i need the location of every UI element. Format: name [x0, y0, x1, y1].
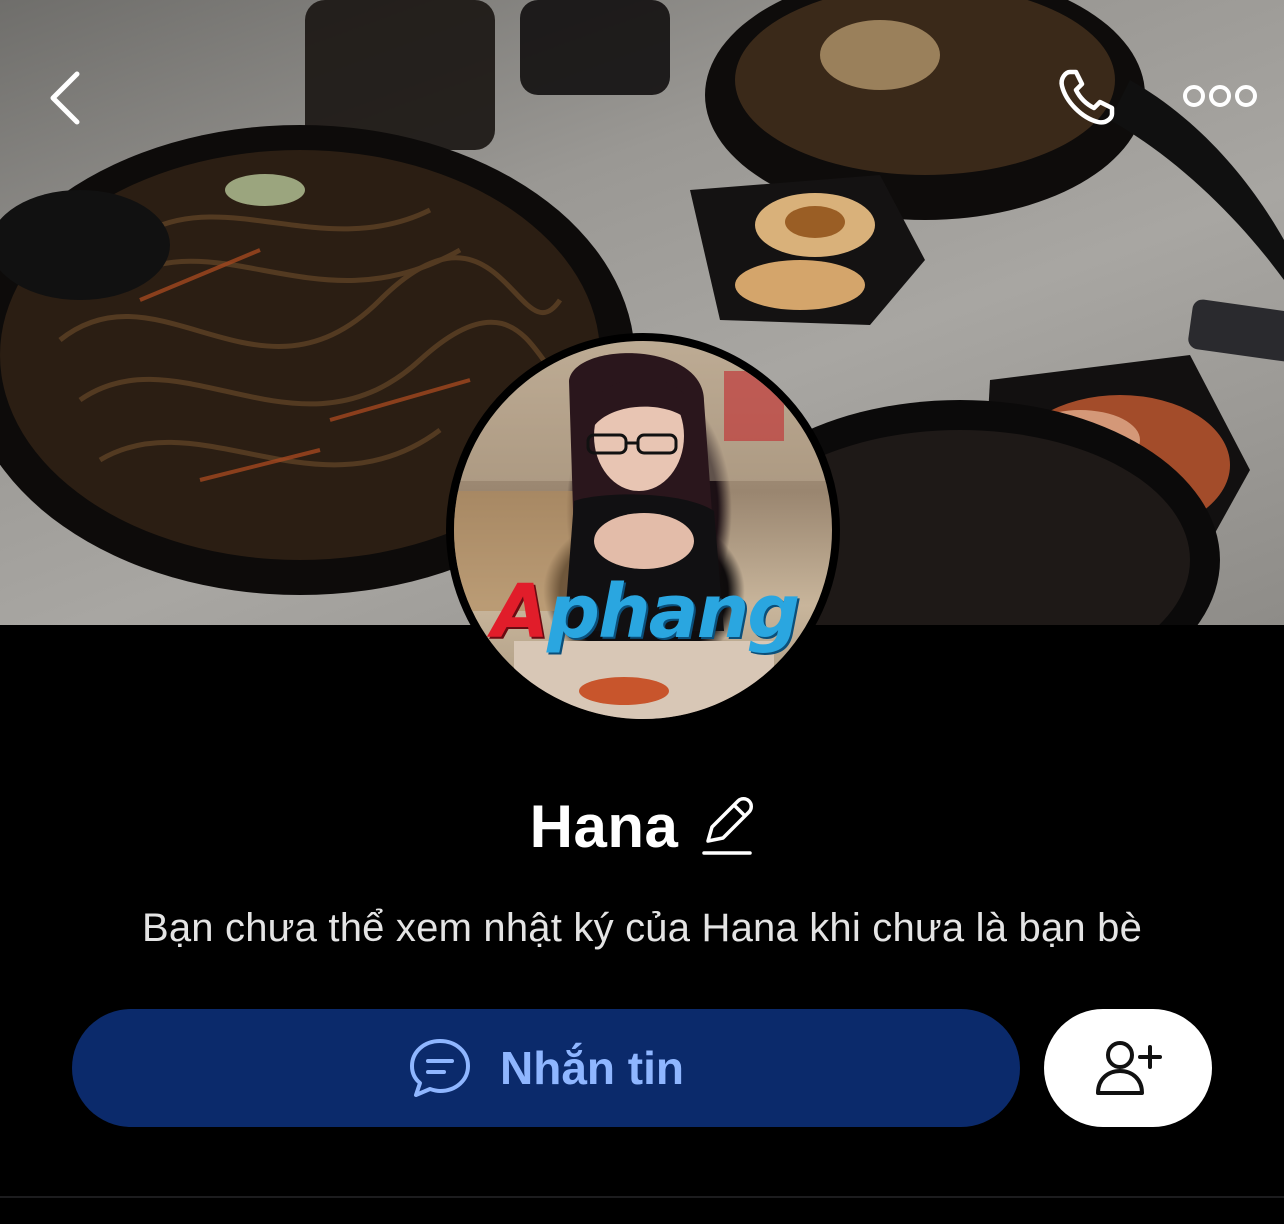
watermark-rest: phang — [547, 569, 800, 655]
add-friend-button[interactable] — [1044, 1009, 1212, 1127]
watermark-logo: Aphang — [450, 569, 840, 655]
chevron-left-icon — [50, 71, 80, 125]
profile-avatar[interactable] — [446, 333, 840, 727]
avatar-photo — [454, 341, 832, 719]
privacy-notice: Bạn chưa thể xem nhật ký của Hana khi ch… — [141, 906, 1143, 950]
call-button[interactable] — [1050, 62, 1122, 134]
watermark-first-letter: A — [491, 569, 549, 655]
edit-name-button[interactable] — [700, 795, 754, 857]
bottom-divider — [0, 1196, 1284, 1198]
profile-name-row: Hana — [0, 786, 1284, 866]
message-button-label: Nhắn tin — [500, 1042, 684, 1094]
more-dots-icon — [1183, 85, 1257, 107]
pencil-icon — [702, 797, 754, 855]
add-friend-icon — [1096, 1041, 1162, 1095]
chat-bubble-icon — [410, 1039, 470, 1097]
profile-name: Hana — [529, 792, 679, 860]
message-button[interactable]: Nhắn tin — [72, 1009, 1020, 1127]
more-options-button[interactable] — [1178, 72, 1262, 120]
glasses-detail — [586, 433, 678, 455]
phone-icon — [1059, 69, 1115, 125]
back-button[interactable] — [30, 60, 100, 136]
